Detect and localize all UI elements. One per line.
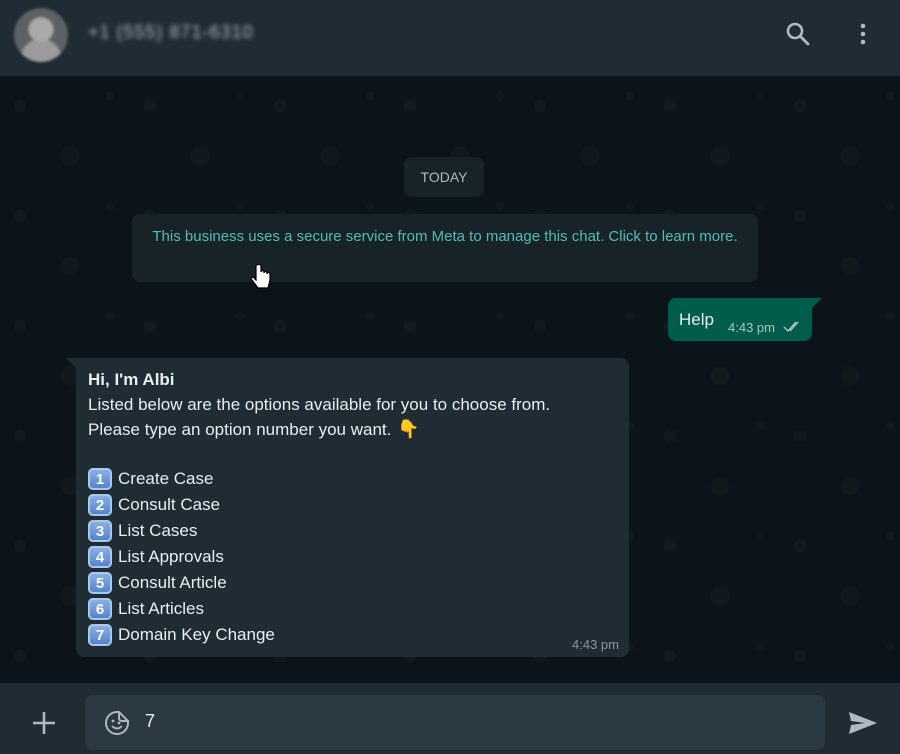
keycap-2-icon: 2 <box>88 494 112 516</box>
plus-icon[interactable] <box>30 709 58 737</box>
option-label: List Cases <box>118 521 198 540</box>
contact-name[interactable]: +1 (555) 871-6310 <box>88 22 254 43</box>
option-label: Create Case <box>118 469 214 488</box>
pointing-down-emoji-icon: 👇 <box>397 419 420 439</box>
option-item: 1 Create Case <box>88 468 213 490</box>
incoming-tail <box>66 358 76 368</box>
option-label: Consult Case <box>118 495 221 514</box>
incoming-message[interactable]: Hi, I'm Albi Listed below are the option… <box>76 358 629 657</box>
keycap-5-icon: 5 <box>88 572 112 594</box>
keycap-7-icon: 7 <box>88 624 112 646</box>
incoming-time: 4:43 pm <box>572 637 619 652</box>
outgoing-message[interactable]: Help 4:43 pm <box>668 298 812 341</box>
sticker-icon[interactable] <box>104 710 130 736</box>
search-icon[interactable] <box>784 20 812 48</box>
message-input[interactable] <box>145 711 805 732</box>
composer-bar <box>0 683 900 754</box>
option-item: 6 List Articles <box>88 598 204 620</box>
option-item: 7 Domain Key Change <box>88 624 275 646</box>
keycap-3-icon: 3 <box>88 520 112 542</box>
keycap-6-icon: 6 <box>88 598 112 620</box>
keycap-1-icon: 1 <box>88 468 112 490</box>
bot-line-2-wrap: Please type an option number you want. 👇 <box>88 419 420 440</box>
keycap-4-icon: 4 <box>88 546 112 568</box>
date-chip: TODAY <box>404 157 484 197</box>
encryption-notice[interactable]: This business uses a secure service from… <box>132 214 758 282</box>
outgoing-text: Help <box>679 310 714 329</box>
bot-greeting: Hi, I'm Albi <box>88 370 175 389</box>
menu-kebab-icon[interactable] <box>850 20 878 48</box>
bot-line-2: Please type an option number you want. <box>88 420 392 439</box>
message-input-box[interactable] <box>85 695 825 750</box>
hand-cursor-icon <box>250 264 271 289</box>
option-label: List Articles <box>118 599 204 618</box>
option-item: 4 List Approvals <box>88 546 224 568</box>
option-label: Consult Article <box>118 573 227 592</box>
outgoing-time: 4:43 pm <box>728 320 775 335</box>
contact-avatar[interactable] <box>14 8 68 62</box>
bot-line-1: Listed below are the options available f… <box>88 395 551 414</box>
chat-header: +1 (555) 871-6310 <box>0 0 900 76</box>
option-item: 3 List Cases <box>88 520 197 542</box>
read-ticks-icon <box>783 321 799 333</box>
option-label: Domain Key Change <box>118 625 275 644</box>
option-item: 2 Consult Case <box>88 494 220 516</box>
option-label: List Approvals <box>118 547 224 566</box>
send-icon[interactable] <box>847 709 879 737</box>
option-item: 5 Consult Article <box>88 572 227 594</box>
outgoing-tail <box>812 298 822 308</box>
